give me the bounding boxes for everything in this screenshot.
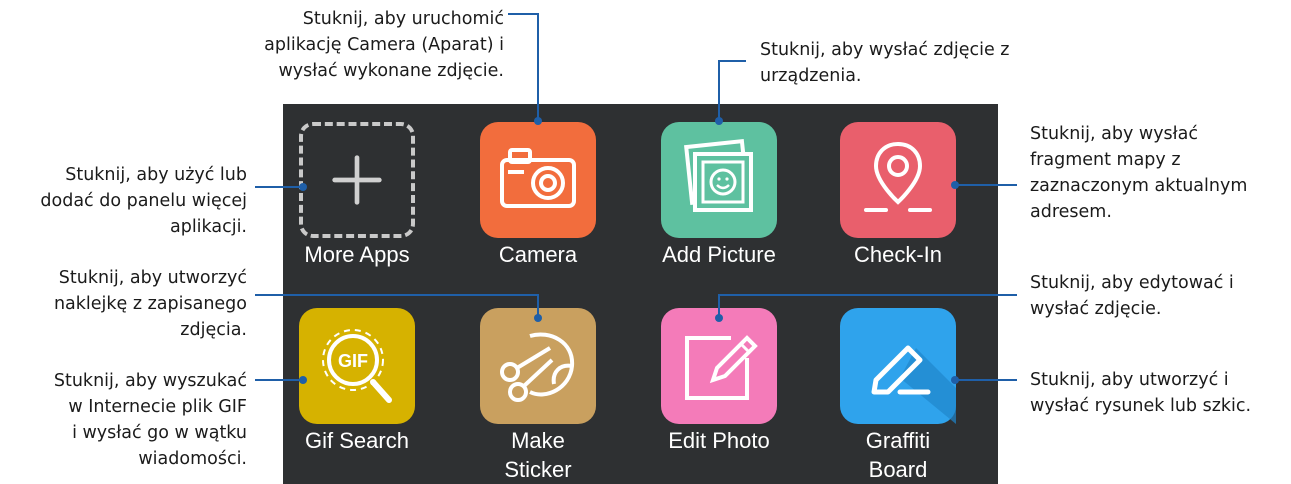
app-label-line: Graffiti: [865, 428, 931, 453]
callout-line: Stuknij, aby uruchomić: [302, 9, 504, 29]
edit-photo-tile[interactable]: [661, 308, 777, 424]
callout-line: dodać do panelu więcej: [40, 191, 247, 211]
check-in-tile[interactable]: [840, 122, 956, 238]
app-gif-search[interactable]: GIF Gif Search: [267, 308, 447, 455]
callout-line: Stuknij, aby użyć lub: [65, 165, 247, 185]
callout-make-sticker: Stuknij, aby utworzyć naklejkę z zapisan…: [54, 265, 247, 343]
callout-gif-search: Stuknij, aby wyszukać w Internecie plik …: [54, 368, 247, 472]
callout-line: Stuknij, aby wysłać zdjęcie z: [760, 40, 1010, 60]
picture-icon: [684, 139, 753, 212]
callout-line: aplikację Camera (Aparat) i: [264, 35, 504, 55]
plus-icon: [332, 155, 382, 205]
app-label-line: Make: [511, 428, 565, 453]
app-label: Graffiti Board: [808, 426, 988, 484]
callout-check-in: Stuknij, aby wysłać fragment mapy z zazn…: [1030, 121, 1247, 225]
callout-line: i wysłać go w wątku: [72, 423, 247, 443]
app-more-apps[interactable]: More Apps: [267, 122, 447, 269]
callout-line: Stuknij, aby utworzyć: [58, 268, 247, 288]
marker-icon: [871, 345, 956, 424]
app-label: Make Sticker: [448, 426, 628, 484]
make-sticker-tile[interactable]: [480, 308, 596, 424]
callout-line: zaznaczonym aktualnym: [1030, 176, 1248, 196]
callout-line: wiadomości.: [138, 449, 247, 469]
app-add-picture[interactable]: Add Picture: [629, 122, 809, 269]
callout-line: Stuknij, aby edytować i: [1030, 273, 1234, 293]
callout-line: aplikacji.: [169, 217, 247, 237]
app-check-in[interactable]: Check-In: [808, 122, 988, 269]
scissors-icon: [500, 332, 575, 402]
gif-search-tile[interactable]: GIF: [299, 308, 415, 424]
app-camera[interactable]: Camera: [448, 122, 628, 269]
camera-tile[interactable]: [480, 122, 596, 238]
app-graffiti-board[interactable]: Graffiti Board: [808, 308, 988, 484]
app-label-line: Sticker: [504, 457, 572, 482]
app-edit-photo[interactable]: Edit Photo: [629, 308, 809, 455]
app-label: Edit Photo: [668, 428, 770, 453]
callout-line: urządzenia.: [760, 66, 862, 86]
camera-icon: [500, 148, 576, 208]
callout-line: naklejkę z zapisanego: [53, 294, 247, 314]
edit-pencil-icon: [685, 335, 758, 400]
callout-more-apps: Stuknij, aby użyć lub dodać do panelu wi…: [40, 162, 247, 240]
callout-graffiti: Stuknij, aby utworzyć i wysłać rysunek l…: [1030, 367, 1251, 419]
callout-line: Stuknij, aby utworzyć i: [1030, 370, 1229, 390]
callout-add-picture: Stuknij, aby wysłać zdjęcie z urządzenia…: [760, 37, 1009, 89]
app-label: Gif Search: [305, 428, 409, 453]
location-pin-icon: [864, 141, 932, 212]
callout-line: wysłać zdjęcie.: [1030, 299, 1162, 319]
app-label-line: Board: [868, 457, 928, 482]
svg-text:GIF: GIF: [338, 351, 368, 371]
callout-line: Stuknij, aby wyszukać: [53, 371, 247, 391]
callout-line: fragment mapy z: [1030, 150, 1181, 170]
more-apps-tile[interactable]: [299, 122, 415, 238]
add-picture-tile[interactable]: [661, 122, 777, 238]
gif-search-icon: GIF: [322, 329, 392, 403]
app-make-sticker[interactable]: Make Sticker: [448, 308, 628, 484]
app-label: Camera: [498, 242, 578, 267]
callout-camera: Stuknij, aby uruchomić aplikację Camera …: [264, 6, 504, 84]
app-label: More Apps: [304, 242, 410, 267]
callout-edit-photo: Stuknij, aby edytować i wysłać zdjęcie.: [1030, 270, 1234, 322]
graffiti-board-tile[interactable]: [840, 308, 956, 424]
callout-line: wysłać rysunek lub szkic.: [1030, 396, 1252, 416]
app-label: Check-In: [853, 242, 943, 267]
callout-line: Stuknij, aby wysłać: [1030, 124, 1198, 144]
app-label: Add Picture: [662, 242, 776, 267]
callout-line: w Internecie plik GIF: [68, 397, 247, 417]
callout-line: wysłać wykonane zdjęcie.: [278, 61, 504, 81]
callout-line: zdjęcia.: [180, 320, 247, 340]
callout-line: adresem.: [1030, 202, 1112, 222]
